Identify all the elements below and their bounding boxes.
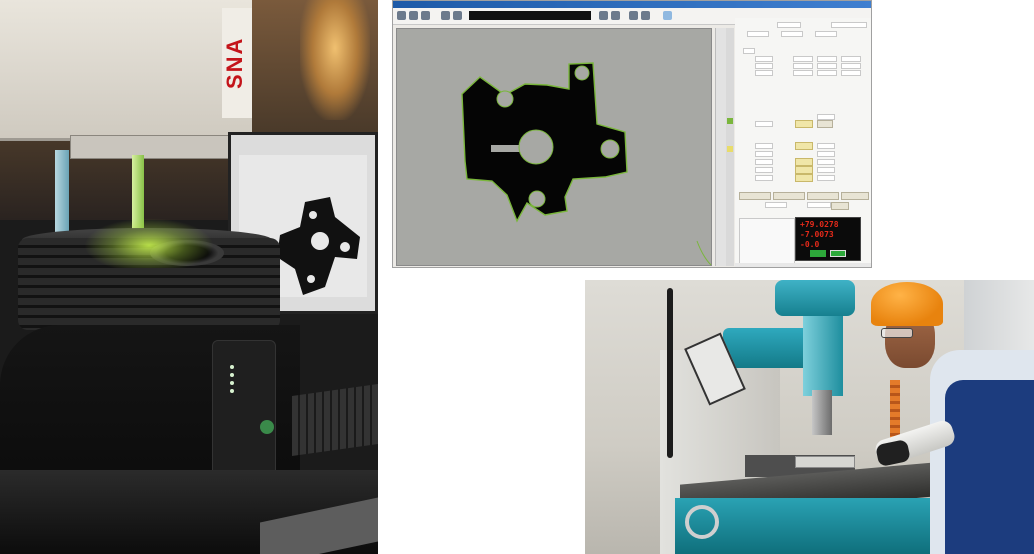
open-icon[interactable] [397,11,406,20]
feature-icon[interactable] [727,118,733,124]
table-cell [755,70,773,76]
tool-button[interactable] [841,192,869,200]
cable [667,288,673,458]
table-cell [817,175,835,181]
feature-button[interactable] [795,174,813,182]
table-cell [817,167,835,173]
feature-button[interactable] [795,142,813,150]
apply-button[interactable] [795,120,813,128]
table-cell [841,70,861,76]
table-cell [755,159,773,165]
tool-button[interactable] [773,192,805,200]
control-panel [212,340,276,482]
milling-machine-photo [585,280,1034,554]
dro-x-value: +79.0278 [800,220,839,229]
search-icon[interactable] [453,11,462,20]
machine-head [0,0,252,141]
table-cell [817,63,837,69]
workpiece [795,456,855,468]
feature-icon[interactable] [727,146,733,152]
table-cell [755,56,773,62]
save-icon[interactable] [409,11,418,20]
dropdown[interactable] [777,22,801,28]
dropdown[interactable] [747,31,769,37]
table-cell [793,70,813,76]
table-cell [755,121,773,127]
dropdown[interactable] [815,31,837,37]
table-cell [817,56,837,62]
dro-readout: +79.0278 -7.0073 -0.0 [795,217,861,261]
status-bar [735,263,871,267]
dro-y-value: -7.0073 [800,230,834,239]
handwheel [685,505,719,539]
status-leds [230,365,258,395]
camera-icon[interactable] [629,11,638,20]
tool-button[interactable] [739,192,771,200]
grid-icon[interactable] [641,11,650,20]
dro-action-button[interactable] [830,250,846,257]
settings-group [739,218,795,266]
vertical-scrollbar[interactable] [715,28,726,266]
feature-button[interactable] [795,166,813,174]
dropdown[interactable] [831,22,867,28]
table-cell [793,56,813,62]
settings-icon[interactable] [599,11,608,20]
mill-ram [775,280,855,316]
view-icon[interactable] [663,11,672,20]
keyboard [292,383,378,457]
table-cell [755,175,773,181]
checkbox[interactable] [743,48,755,54]
mill-quill [803,316,843,396]
zoom-icon[interactable] [441,11,450,20]
measuring-machine-photo: SNA [0,0,378,554]
brand-lettering: SNA [222,8,252,118]
table-cell [817,159,835,165]
title-bar [393,1,871,8]
table-cell [755,143,773,149]
measurement-software-screenshot: +79.0278 -7.0073 -0.0 [392,0,872,268]
worker-overall [945,380,1034,554]
part-silhouette-icon [277,197,360,295]
lamp-glow [300,0,370,120]
dropdown[interactable] [781,31,803,37]
table-cell [841,63,861,69]
table-cell [817,143,835,149]
spindle [812,390,832,435]
head-plate [70,135,242,159]
table-cell [755,167,773,173]
dro-action-button[interactable] [810,250,826,257]
small-button[interactable] [831,202,849,210]
input-field[interactable] [807,202,831,208]
table-cell [817,151,835,157]
print-icon[interactable] [421,11,430,20]
measure-icon[interactable] [611,11,620,20]
mill-motor [723,328,813,368]
logo-icon [260,420,274,434]
table-cell [755,151,773,157]
option-button[interactable] [817,120,833,128]
dro-z-value: -0.0 [800,240,820,249]
table-cell [841,56,861,62]
table-cell [793,63,813,69]
hardhat-icon [871,282,943,326]
table-cell [755,63,773,69]
part-silhouette [461,62,712,266]
tool-button[interactable] [807,192,839,200]
input-field[interactable] [765,202,787,208]
safety-glasses [881,328,913,338]
feature-button[interactable] [795,158,813,166]
side-toolstrip [726,28,734,266]
table-cell [817,70,837,76]
green-light [84,218,214,268]
progress-bar [469,11,591,20]
camera-viewport[interactable] [396,28,712,266]
